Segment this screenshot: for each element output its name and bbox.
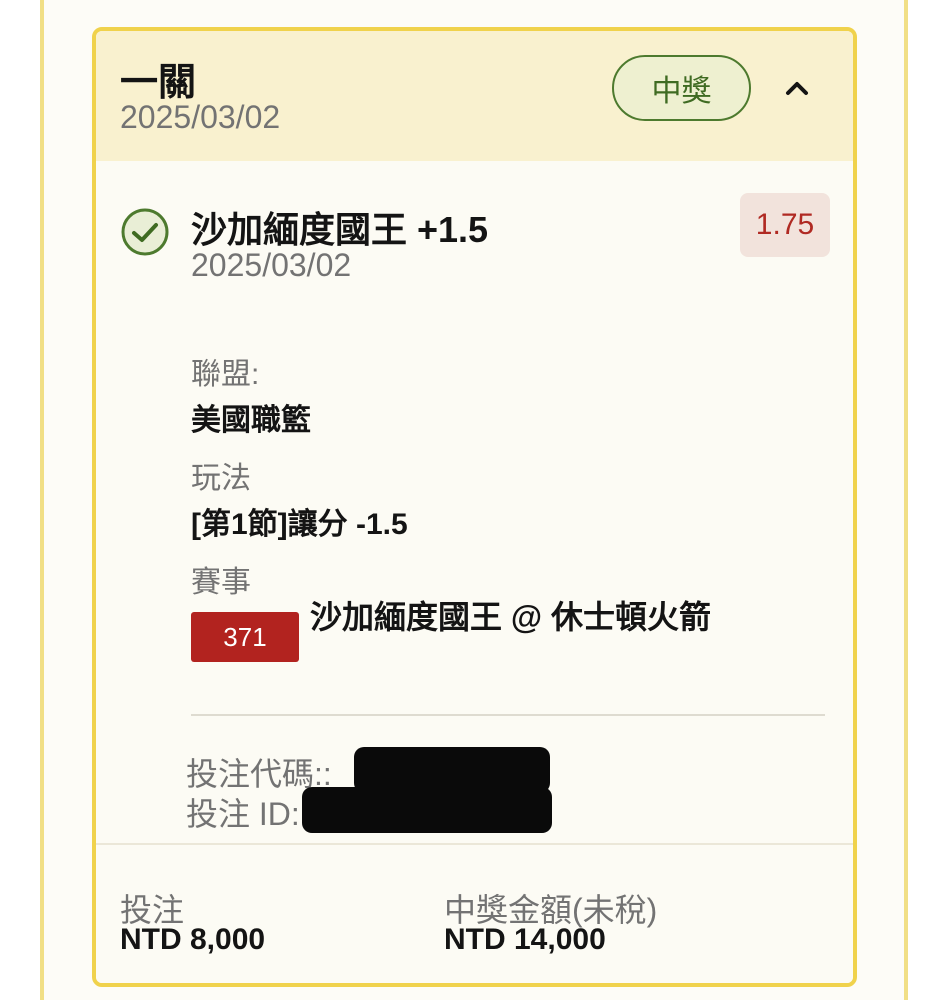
event-number-badge: 371 xyxy=(191,612,299,662)
payout-value: NTD 14,000 xyxy=(444,923,606,956)
ticket-header[interactable]: 一關 2025/03/02 中獎 xyxy=(96,31,853,161)
bet-type-title: 一關 xyxy=(120,62,197,104)
event-label: 賽事 xyxy=(191,566,251,599)
league-label: 聯盟: xyxy=(191,358,260,391)
win-status-badge: 中獎 xyxy=(612,55,751,121)
redaction-mark xyxy=(302,787,552,833)
divider xyxy=(191,714,825,716)
selection-date: 2025/03/02 xyxy=(191,247,352,283)
bet-id-label: 投注 ID: xyxy=(186,796,300,832)
market-label: 玩法 xyxy=(191,462,251,495)
chevron-up-icon[interactable] xyxy=(782,73,812,103)
selection-name: 沙加緬度國王 +1.5 xyxy=(191,209,489,250)
ticket-date: 2025/03/02 xyxy=(120,99,281,135)
bet-ticket-card: 一關 2025/03/02 中獎 沙加緬度國王 +1.5 2025/03/02 … xyxy=(92,27,857,987)
odds-badge: 1.75 xyxy=(740,193,830,257)
stake-value: NTD 8,000 xyxy=(120,923,266,956)
ticket-footer: 投注 NTD 8,000 中獎金額(未稅) NTD 14,000 xyxy=(96,843,853,983)
league-value: 美國職籃 xyxy=(191,404,311,437)
check-circle-icon xyxy=(120,207,170,257)
event-name: 沙加緬度國王 @ 休士頓火箭 xyxy=(310,599,711,635)
market-value: [第1節]讓分 -1.5 xyxy=(191,508,408,541)
